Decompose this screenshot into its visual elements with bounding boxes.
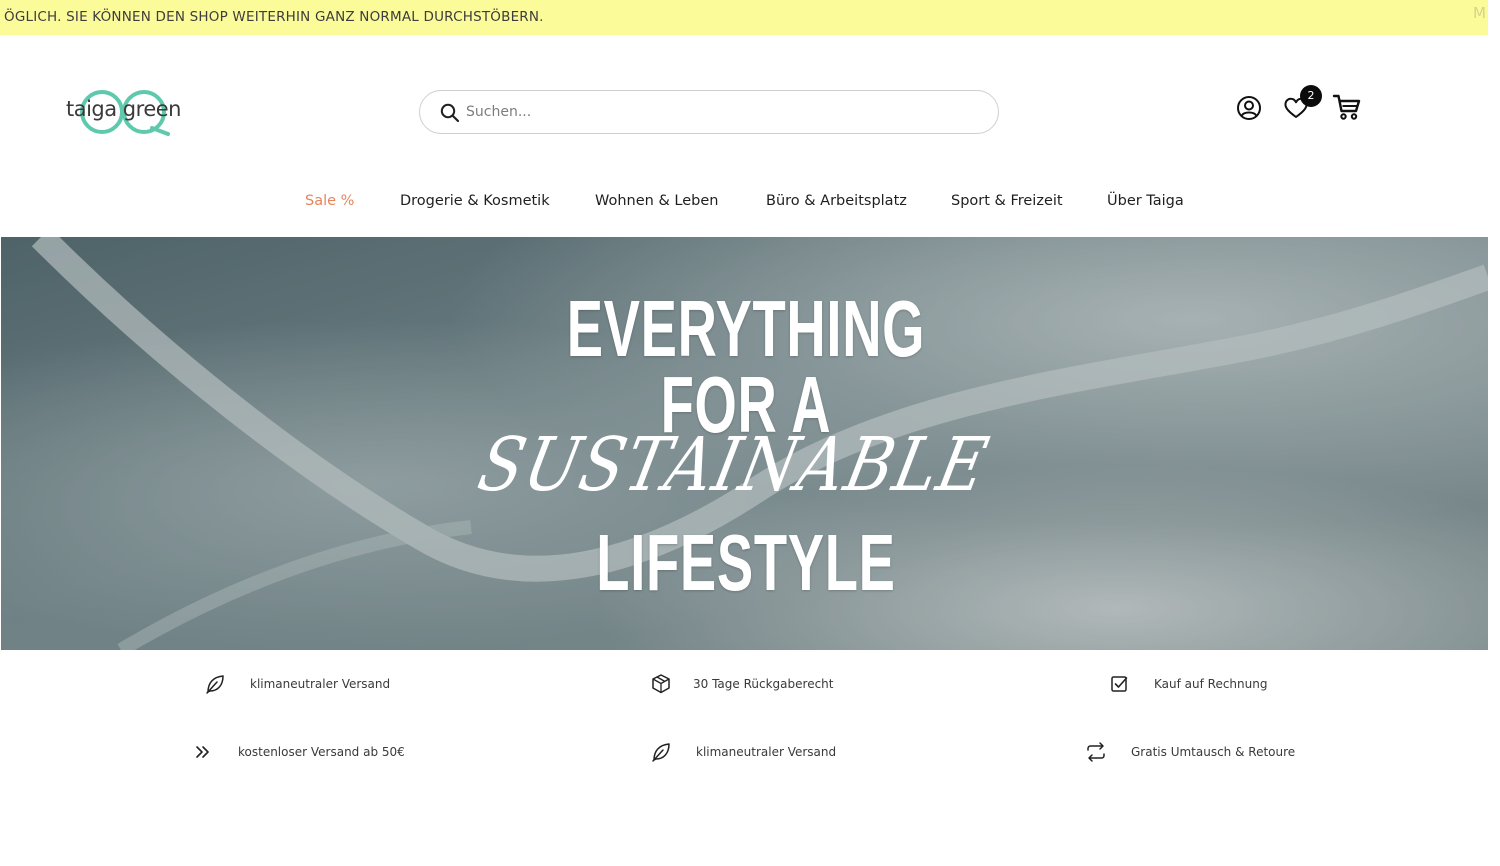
nav-item-sale[interactable]: Sale % — [305, 193, 354, 209]
feature-label: Kauf auf Rechnung — [1154, 677, 1268, 691]
cart-icon — [1332, 94, 1361, 120]
notice-bar: ÖGLICH. SIE KÖNNEN DEN SHOP WEITERHIN GA… — [0, 0, 1488, 35]
search-input[interactable] — [466, 100, 966, 124]
feature-label: Gratis Umtausch & Retoure — [1131, 745, 1296, 759]
notice-text: ÖGLICH. SIE KÖNNEN DEN SHOP WEITERHIN GA… — [4, 9, 544, 25]
logo-text: taiga green — [66, 97, 181, 121]
feature-label: kostenloser Versand ab 50€ — [238, 745, 405, 759]
nav-item-ueber-taiga[interactable]: Über Taiga — [1107, 193, 1184, 209]
wishlist-count-badge: 2 — [1300, 85, 1322, 107]
feature-label: klimaneutraler Versand — [696, 745, 837, 759]
search-bar[interactable] — [419, 90, 999, 134]
feature-free-shipping: kostenloser Versand ab 50€ — [192, 741, 452, 765]
account-button[interactable] — [1235, 94, 1263, 122]
feature-label: 30 Tage Rückgaberecht — [693, 677, 834, 691]
leaf-icon — [206, 675, 224, 694]
notice-close-button[interactable]: M — [1473, 4, 1486, 22]
hero-line-4: LIFESTYLE — [596, 518, 896, 607]
cart-button[interactable] — [1332, 92, 1362, 122]
feature-climate-neutral-shipping: klimaneutraler Versand — [204, 673, 464, 697]
checkbox-icon — [1111, 676, 1128, 692]
logo[interactable]: taiga green — [64, 84, 188, 140]
hero-banner[interactable]: EVERYTHING FOR A SUSTAINABLE LIFESTYLE — [1, 237, 1488, 650]
exchange-icon — [1087, 742, 1105, 762]
nav-item-wohnen-leben[interactable]: Wohnen & Leben — [595, 193, 718, 209]
nav-item-buero-arbeitsplatz[interactable]: Büro & Arbeitsplatz — [766, 193, 907, 209]
feature-climate-neutral-shipping-2: klimaneutraler Versand — [650, 741, 910, 765]
leaf-icon — [652, 743, 670, 762]
main-nav: Sale % Drogerie & Kosmetik Wohnen & Lebe… — [0, 193, 1488, 215]
feature-invoice-payment: Kauf auf Rechnung — [1108, 673, 1328, 697]
box-icon — [652, 674, 670, 694]
nav-item-sport-freizeit[interactable]: Sport & Freizeit — [951, 193, 1063, 209]
feature-label: klimaneutraler Versand — [250, 677, 391, 691]
double-chevron-icon — [196, 746, 209, 758]
nav-item-drogerie-kosmetik[interactable]: Drogerie & Kosmetik — [400, 193, 550, 209]
feature-free-exchange: Gratis Umtausch & Retoure — [1085, 741, 1325, 765]
feature-return-policy: 30 Tage Rückgaberecht — [650, 673, 910, 697]
account-icon — [1237, 96, 1261, 120]
search-icon — [440, 103, 460, 123]
hero-line-3-script: SUSTAINABLE — [471, 422, 997, 508]
hero-line-1: EVERYTHING — [566, 284, 926, 373]
